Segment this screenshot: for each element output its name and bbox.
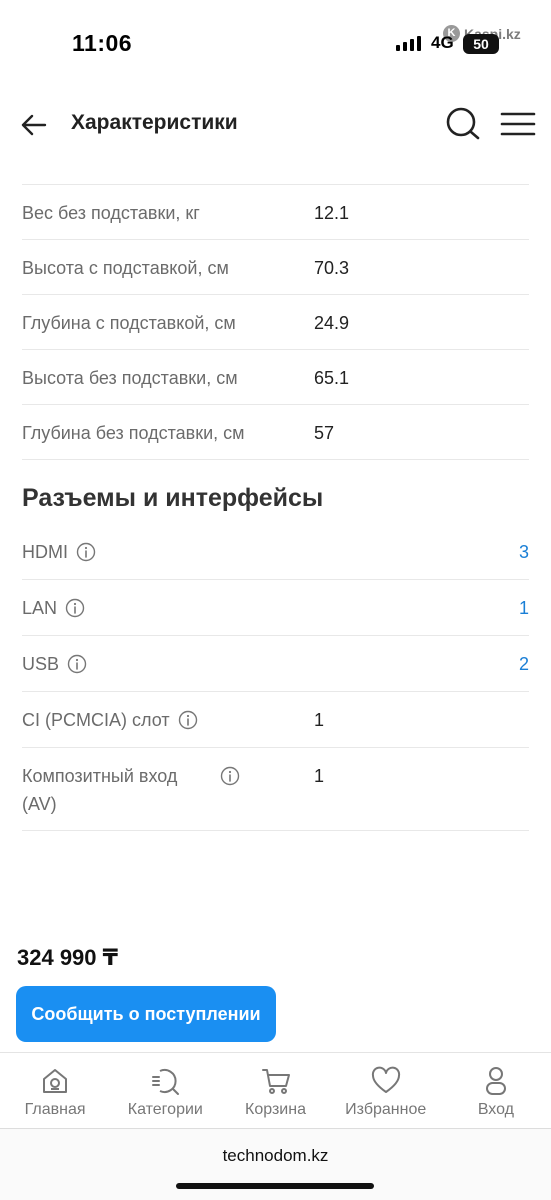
interface-row-composite: Композитный вход (AV) 1 — [22, 748, 529, 831]
spec-row: Глубина без подставки, см 57 — [22, 405, 529, 460]
spec-name: Глубина без подставки, см — [22, 423, 245, 443]
info-icon[interactable] — [65, 598, 85, 618]
interface-value: 1 — [314, 766, 325, 786]
heart-icon — [371, 1066, 400, 1093]
interface-value: 1 — [314, 710, 325, 730]
product-price: 324 990 ₸ — [17, 945, 118, 970]
interface-row-ci-slot: CI (PCMCIA) слот 1 — [22, 692, 529, 748]
interface-row-usb: USB 2 — [22, 636, 529, 692]
nav-item-cart[interactable]: Корзина — [220, 1053, 330, 1128]
nav-item-login[interactable]: Вход — [441, 1053, 551, 1128]
spec-name: Высота с подставкой, см — [22, 258, 229, 278]
menu-icon[interactable] — [500, 109, 536, 139]
interface-name: USB — [22, 654, 60, 674]
spec-value: 57 — [314, 423, 335, 443]
interface-name: Композитный вход (AV) — [22, 766, 178, 814]
spec-row: Вес без подставки, кг 12.1 — [22, 185, 529, 240]
page-header: Характеристики — [0, 95, 551, 155]
spec-value: 24.9 — [314, 313, 350, 333]
interface-row-hdmi: HDMI 3 — [22, 524, 529, 580]
status-bar: 11:06 K Kaspi.kz 4G 50 — [0, 0, 551, 90]
network-type: 4G — [431, 33, 454, 52]
info-icon[interactable] — [76, 542, 96, 562]
info-icon[interactable] — [220, 766, 240, 786]
nav-label: Категории — [127, 1101, 203, 1118]
spec-value: 12.1 — [314, 203, 350, 223]
battery-icon: 50 — [463, 34, 499, 54]
nav-item-favorites[interactable]: Избранное — [331, 1053, 441, 1128]
cart-icon — [261, 1069, 290, 1094]
home-icon — [43, 1069, 68, 1093]
bottom-nav: Главная Категории Корзина Избранное Вход — [0, 1052, 551, 1128]
nav-label: Корзина — [245, 1101, 306, 1118]
spec-row: Высота без подставки, см 65.1 — [22, 350, 529, 405]
interface-row-lan: LAN 1 — [22, 580, 529, 636]
back-arrow-icon[interactable] — [18, 109, 50, 141]
nav-label: Вход — [477, 1101, 515, 1118]
info-icon[interactable] — [178, 710, 198, 730]
categories-search-icon — [152, 1069, 180, 1095]
spec-row: Глубина с подставкой, см 24.9 — [22, 295, 529, 350]
page-title: Характеристики — [71, 111, 238, 134]
interface-name: CI (PCMCIA) слот — [22, 710, 170, 730]
specs-content[interactable]: Вес без подставки, кг 12.1 Высота с подс… — [0, 155, 551, 945]
spec-value: 70.3 — [314, 258, 350, 278]
interface-name: LAN — [22, 598, 58, 618]
spec-name: Вес без подставки, кг — [22, 203, 200, 223]
nav-label: Избранное — [345, 1101, 427, 1118]
section-title-interfaces: Разъемы и интерфейсы — [22, 484, 324, 512]
info-icon[interactable] — [67, 654, 87, 674]
interface-value-link[interactable]: 2 — [314, 650, 529, 678]
search-icon[interactable] — [444, 105, 482, 143]
interface-name: HDMI — [22, 542, 68, 562]
home-indicator[interactable] — [176, 1183, 374, 1189]
nav-item-categories[interactable]: Категории — [110, 1053, 220, 1128]
browser-url[interactable]: technodom.kz — [0, 1146, 551, 1166]
partial-row — [22, 155, 529, 185]
signal-icon — [396, 36, 421, 51]
spec-name: Глубина с подставкой, см — [22, 313, 236, 333]
interface-value-link[interactable]: 3 — [314, 538, 529, 566]
spec-row: Высота с подставкой, см 70.3 — [22, 240, 529, 295]
interface-value-link[interactable]: 1 — [314, 594, 529, 622]
notify-availability-button[interactable]: Сообщить о поступлении — [16, 986, 276, 1042]
user-icon — [485, 1067, 506, 1095]
status-time: 11:06 — [72, 30, 133, 56]
browser-bar: technodom.kz — [0, 1128, 551, 1200]
spec-value: 65.1 — [314, 368, 350, 388]
spec-name: Высота без подставки, см — [22, 368, 238, 388]
nav-item-home[interactable]: Главная — [0, 1053, 110, 1128]
nav-label: Главная — [24, 1101, 86, 1118]
